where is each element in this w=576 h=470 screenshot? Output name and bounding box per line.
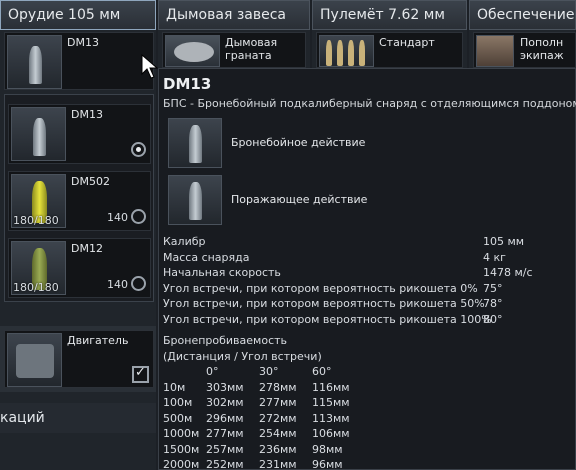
engine-slot[interactable]: Двигатель ✓	[4, 330, 154, 388]
engine-label: Двигатель	[67, 334, 129, 347]
ammo-option-label: DM12	[71, 242, 103, 255]
ammo-count: 180/180	[13, 214, 59, 227]
ammo-option-dm12[interactable]: 180/180 DM12 140	[8, 238, 151, 298]
gun-ammo-label: DM13	[67, 36, 99, 49]
smoke-grenade-icon	[165, 35, 220, 67]
checkmark-icon: ✓	[135, 365, 146, 380]
ammo-radio[interactable]	[131, 276, 146, 291]
feature-armor-piercing: Бронебойное действие	[163, 114, 571, 171]
ammo-radio-selected[interactable]	[131, 142, 146, 157]
gun-ammo-slot[interactable]: DM13	[4, 32, 154, 90]
ammo-option-dm13[interactable]: DM13	[8, 104, 151, 164]
ammo-count: 180/180	[13, 281, 59, 294]
tooltip-title: DM13	[163, 75, 212, 93]
feature-label: Поражающее действие	[231, 193, 368, 206]
tab-gun[interactable]: Орудие 105 мм	[0, 0, 156, 30]
crew-slot-label: Пополн экипаж	[520, 36, 564, 62]
armor-piercing-icon	[168, 118, 222, 168]
engine-icon	[7, 333, 62, 387]
ammo-option-label: DM502	[71, 175, 110, 188]
crew-portrait-icon	[476, 35, 514, 67]
tab-smoke[interactable]: Дымовая завеса	[158, 0, 310, 30]
stats-table: Калибр 105 мм Масса снаряда 4 кг Начальная…	[163, 234, 571, 327]
penetration-row: 2000м 252мм 231мм 96мм	[163, 458, 343, 470]
penetration-row: 1500м 257мм 236мм 98мм	[163, 442, 343, 456]
stat-row: Начальная скорость 1478 м/с	[163, 266, 533, 279]
feature-label: Бронебойное действие	[231, 136, 366, 149]
feature-damage: Поражающее действие	[163, 171, 571, 228]
ammo-option-dm502[interactable]: 180/180 DM502 140	[8, 171, 151, 231]
bottom-left-label: каций	[0, 403, 156, 433]
ammo-reserve: 140	[107, 278, 128, 291]
smoke-slot-label: Дымовая граната	[225, 36, 278, 62]
penetration-row: 100м 302мм 277мм 115мм	[163, 396, 350, 409]
stat-row: Угол встречи, при котором вероятность ри…	[163, 297, 503, 310]
penetration-row: 1000м 277мм 254мм 106мм	[163, 427, 350, 440]
mg-slot-label: Стандарт	[379, 36, 435, 49]
penetration-title: Бронепробиваемость	[163, 334, 288, 347]
stat-row: Масса снаряда 4 кг	[163, 250, 506, 264]
ammo-tooltip: DM13 БПС - Бронебойный подкалиберный сна…	[158, 68, 576, 470]
penetration-row: 10м 303мм 278мм 116мм	[163, 380, 350, 394]
penetration-subtitle: (Дистанция / Угол встречи)	[163, 349, 322, 363]
smoke-slot[interactable]: Дымовая граната	[162, 32, 306, 68]
stat-row: Угол встречи, при котором вероятность ри…	[163, 281, 503, 295]
stat-row: Угол встречи, при котором вероятность ри…	[163, 312, 503, 326]
penetration-header: 0° 30° 60°	[206, 365, 332, 378]
mg-ammo-icon	[319, 35, 374, 67]
dm13-shell-icon	[7, 35, 62, 89]
ammo-reserve: 140	[107, 211, 128, 224]
dm13-shell-icon	[11, 107, 66, 161]
ammo-radio[interactable]	[131, 209, 146, 224]
mouse-cursor-icon	[141, 54, 159, 79]
tooltip-subtitle: БПС - Бронебойный подкалиберный снаряд с…	[163, 97, 576, 110]
stat-row: Калибр 105 мм	[163, 235, 525, 248]
ammo-option-label: DM13	[71, 108, 103, 121]
tab-support[interactable]: Обеспечение	[469, 0, 576, 30]
machine-gun-slot[interactable]: Стандарт	[316, 32, 463, 68]
penetration-row: 500м 296мм 272мм 113мм	[163, 411, 350, 425]
tab-machine-gun[interactable]: Пулемёт 7.62 мм	[312, 0, 467, 30]
crew-slot[interactable]: Пополн экипаж	[473, 32, 576, 68]
engine-checkbox[interactable]: ✓	[132, 365, 149, 383]
damage-icon	[168, 175, 222, 225]
